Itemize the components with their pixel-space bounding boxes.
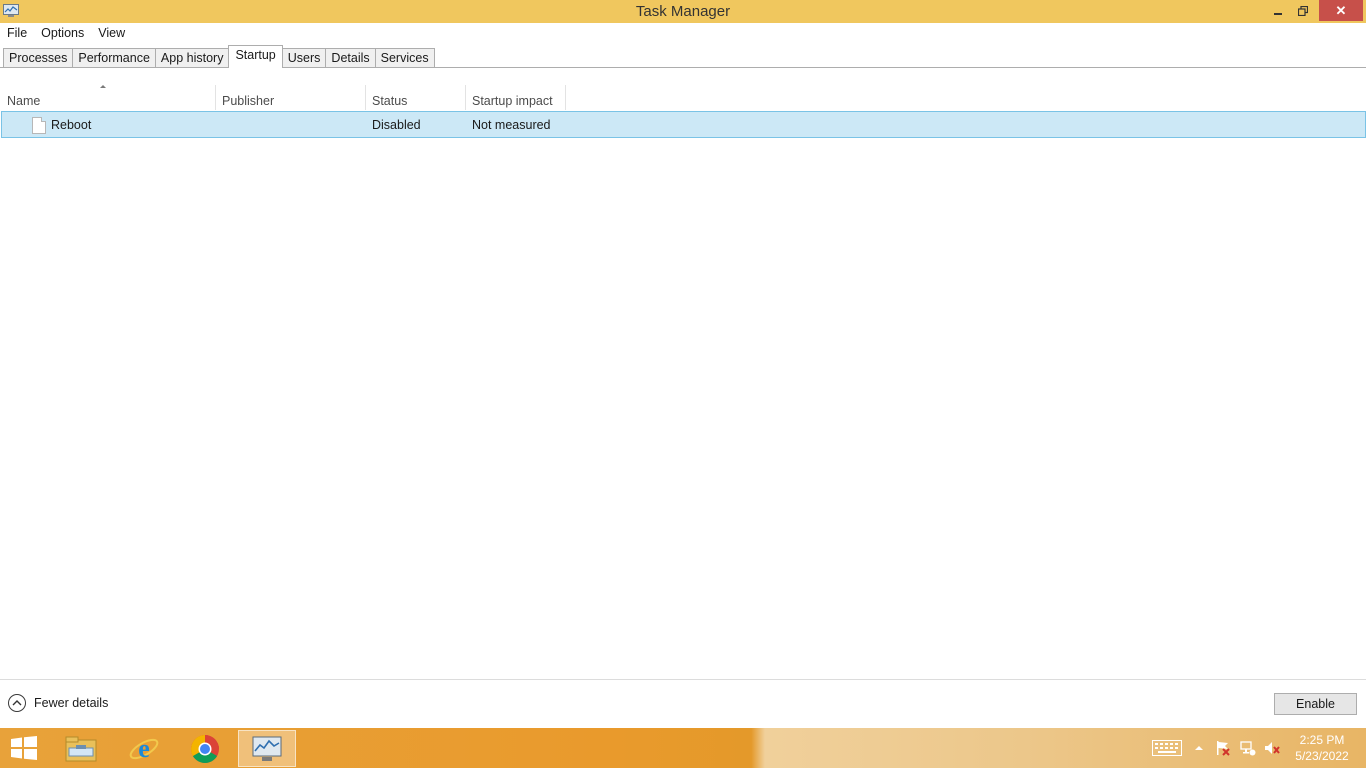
tab-performance[interactable]: Performance: [72, 48, 156, 68]
show-hidden-icons-chevron-icon[interactable]: [1192, 736, 1206, 760]
column-header-status[interactable]: Status: [365, 85, 465, 111]
tab-app-history[interactable]: App history: [154, 48, 230, 68]
footer-divider: [0, 679, 1366, 680]
internet-explorer-icon: e: [129, 734, 159, 763]
tab-users[interactable]: Users: [281, 48, 327, 68]
svg-text:e: e: [138, 734, 150, 763]
menu-bar: File Options View: [0, 23, 1366, 43]
taskbar-internet-explorer[interactable]: e: [115, 730, 173, 767]
taskbar: e: [0, 728, 1366, 768]
close-icon: ✕: [1335, 2, 1347, 18]
restore-icon: [1298, 5, 1308, 16]
action-center-flag-icon[interactable]: [1214, 736, 1232, 760]
restore-button[interactable]: [1291, 0, 1315, 21]
tab-startup[interactable]: Startup: [228, 45, 283, 68]
column-divider[interactable]: [565, 85, 566, 110]
network-icon[interactable]: [1239, 736, 1257, 760]
close-button[interactable]: ✕: [1319, 0, 1363, 21]
touch-keyboard-icon[interactable]: [1151, 736, 1183, 760]
menu-options[interactable]: Options: [34, 23, 91, 43]
column-header-row: Name Publisher Status Startup impact: [0, 82, 1366, 110]
tab-details[interactable]: Details: [325, 48, 376, 68]
row-startup-impact: Not measured: [472, 118, 551, 132]
tab-divider: [0, 67, 1366, 68]
taskbar-clock[interactable]: 2:25 PM 5/23/2022: [1286, 732, 1358, 764]
tab-processes[interactable]: Processes: [3, 48, 74, 68]
fewer-details-label[interactable]: Fewer details: [34, 696, 108, 710]
row-name: Reboot: [51, 118, 92, 132]
tab-strip: Processes Performance App history Startu…: [3, 45, 435, 68]
table-row[interactable]: Reboot Disabled Not measured: [1, 111, 1366, 138]
folder-icon: [65, 736, 97, 761]
windows-start-icon[interactable]: [10, 736, 38, 760]
title-bar: Task Manager ✕: [0, 0, 1366, 23]
taskbar-chrome[interactable]: [176, 730, 234, 767]
volume-muted-icon[interactable]: [1263, 736, 1281, 760]
column-header-publisher[interactable]: Publisher: [215, 85, 365, 111]
minimize-icon: [1274, 12, 1282, 15]
chevron-up-icon[interactable]: [8, 694, 26, 712]
row-status: Disabled: [372, 118, 421, 132]
column-header-name[interactable]: Name: [0, 85, 215, 111]
minimize-button[interactable]: [1266, 0, 1290, 21]
task-manager-icon: [252, 736, 282, 761]
clock-time: 2:25 PM: [1299, 733, 1345, 747]
clock-date: 5/23/2022: [1295, 749, 1349, 763]
column-header-startup-impact[interactable]: Startup impact: [465, 85, 565, 111]
fewer-details-toggle[interactable]: Fewer details: [8, 694, 108, 712]
taskbar-file-explorer[interactable]: [52, 730, 110, 767]
menu-view[interactable]: View: [91, 23, 132, 43]
taskbar-task-manager[interactable]: [238, 730, 296, 767]
chrome-icon: [191, 734, 219, 763]
window-title: Task Manager: [635, 3, 731, 20]
file-icon: [32, 117, 46, 134]
enable-button[interactable]: Enable: [1274, 693, 1357, 715]
menu-file[interactable]: File: [0, 23, 34, 43]
tab-services[interactable]: Services: [374, 48, 435, 68]
